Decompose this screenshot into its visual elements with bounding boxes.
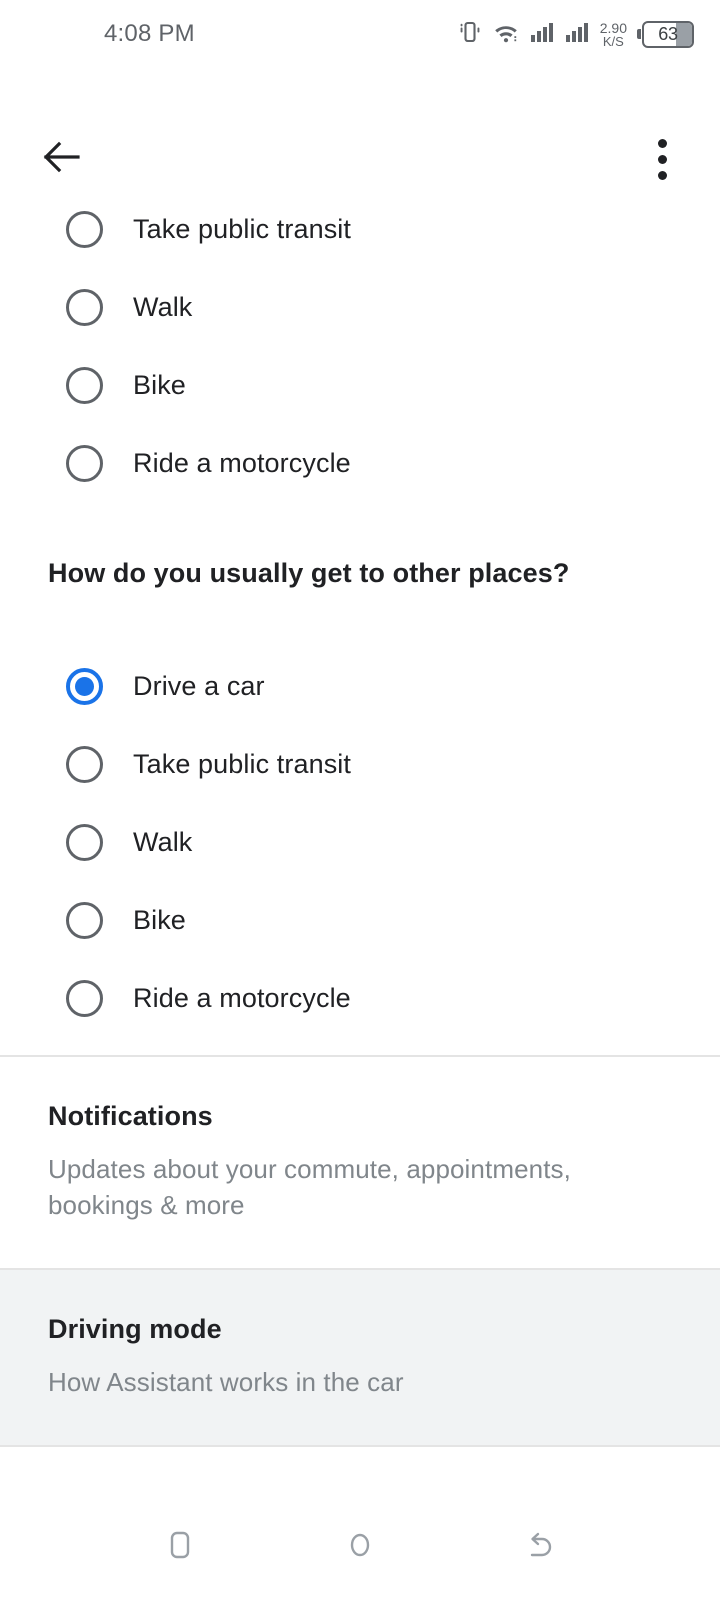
radio-option-row[interactable]: Take public transit bbox=[0, 190, 720, 268]
recents-icon bbox=[163, 1528, 197, 1567]
home-button[interactable] bbox=[325, 1513, 395, 1583]
radio-option-row[interactable]: Take public transit bbox=[0, 725, 720, 803]
radio-option-row[interactable]: Walk bbox=[0, 268, 720, 346]
battery-fill bbox=[675, 22, 692, 46]
preference-row-driving-mode[interactable]: Driving mode How Assistant works in the … bbox=[0, 1269, 720, 1445]
back-arrow-icon bbox=[40, 136, 82, 183]
radio-group-1: Take public transit Walk Bike Ride a mot… bbox=[0, 190, 720, 502]
home-icon bbox=[343, 1528, 377, 1567]
battery-level-text: 63 bbox=[658, 23, 678, 44]
network-speed-value: 2.90 bbox=[599, 19, 627, 36]
battery-tip bbox=[637, 29, 641, 39]
app-bar bbox=[0, 68, 720, 190]
back-icon bbox=[523, 1528, 557, 1567]
more-vertical-icon-dot-2 bbox=[657, 154, 667, 164]
radio-option-label: Ride a motorcycle bbox=[133, 447, 351, 478]
wifi-icon bbox=[492, 19, 520, 50]
battery-body: 63 bbox=[642, 20, 694, 48]
group-bottom-spacer bbox=[0, 1037, 720, 1055]
radio-option-label: Drive a car bbox=[133, 670, 265, 701]
radio-button-icon[interactable] bbox=[66, 745, 103, 783]
radio-option-label: Walk bbox=[133, 826, 193, 857]
radio-option-row[interactable]: Ride a motorcycle bbox=[0, 959, 720, 1037]
radio-option-label: Ride a motorcycle bbox=[133, 982, 351, 1013]
settings-content: Take public transit Walk Bike Ride a mot… bbox=[0, 190, 720, 1447]
radio-option-row[interactable]: Bike bbox=[0, 881, 720, 959]
more-vertical-icon-dot-3 bbox=[657, 170, 667, 180]
signal-icon-2 bbox=[564, 19, 590, 50]
radio-option-label: Bike bbox=[133, 904, 186, 935]
preference-subtitle: Updates about your commute, appointments… bbox=[48, 1154, 571, 1220]
phone-screen: 4:08 PM 2.90 K/S 63 Take public transit … bbox=[0, 0, 720, 1600]
preference-title: Driving mode bbox=[48, 1313, 222, 1344]
radio-button-icon[interactable] bbox=[66, 823, 103, 861]
radio-button-icon[interactable] bbox=[66, 210, 103, 248]
radio-button-icon[interactable] bbox=[66, 444, 103, 482]
battery-icon: 63 bbox=[637, 20, 694, 48]
radio-option-row[interactable]: Walk bbox=[0, 803, 720, 881]
status-time: 4:08 PM bbox=[104, 20, 195, 47]
back-nav-button[interactable] bbox=[505, 1513, 575, 1583]
signal-icon-1 bbox=[529, 19, 555, 50]
more-vertical-icon-dot-1 bbox=[657, 138, 667, 148]
question-heading: How do you usually get to other places? bbox=[48, 558, 570, 588]
radio-button-icon[interactable] bbox=[66, 288, 103, 326]
radio-button-icon[interactable] bbox=[66, 366, 103, 404]
android-nav-bar bbox=[0, 1495, 720, 1600]
overflow-menu-button[interactable] bbox=[634, 126, 690, 192]
radio-option-label: Walk bbox=[133, 291, 193, 322]
radio-option-label: Bike bbox=[133, 369, 186, 400]
radio-option-row[interactable]: Ride a motorcycle bbox=[0, 424, 720, 502]
radio-button-icon[interactable] bbox=[66, 979, 103, 1017]
radio-group-2: Drive a car Take public transit Walk Bik… bbox=[0, 647, 720, 1037]
radio-option-label: Take public transit bbox=[133, 213, 352, 244]
radio-option-row[interactable]: Bike bbox=[0, 346, 720, 424]
divider-below-driving-mode bbox=[0, 1444, 720, 1447]
status-bar: 4:08 PM 2.90 K/S 63 bbox=[0, 0, 720, 68]
network-speed-indicator: 2.90 K/S bbox=[600, 21, 627, 48]
preference-title: Notifications bbox=[48, 1101, 213, 1131]
recents-button[interactable] bbox=[145, 1513, 215, 1583]
radio-option-label: Take public transit bbox=[133, 748, 352, 779]
radio-button-icon[interactable] bbox=[66, 901, 103, 939]
status-icon-group: 2.90 K/S 63 bbox=[457, 19, 694, 50]
vibrate-icon bbox=[457, 19, 483, 50]
back-button[interactable] bbox=[28, 126, 94, 192]
radio-option-row-selected[interactable]: Drive a car bbox=[0, 647, 720, 725]
preference-row-notifications[interactable]: Notifications Updates about your commute… bbox=[0, 1057, 720, 1268]
preference-subtitle: How Assistant works in the car bbox=[48, 1366, 404, 1397]
network-speed-unit: K/S bbox=[602, 33, 624, 49]
radio-button-icon-selected[interactable] bbox=[66, 667, 103, 705]
